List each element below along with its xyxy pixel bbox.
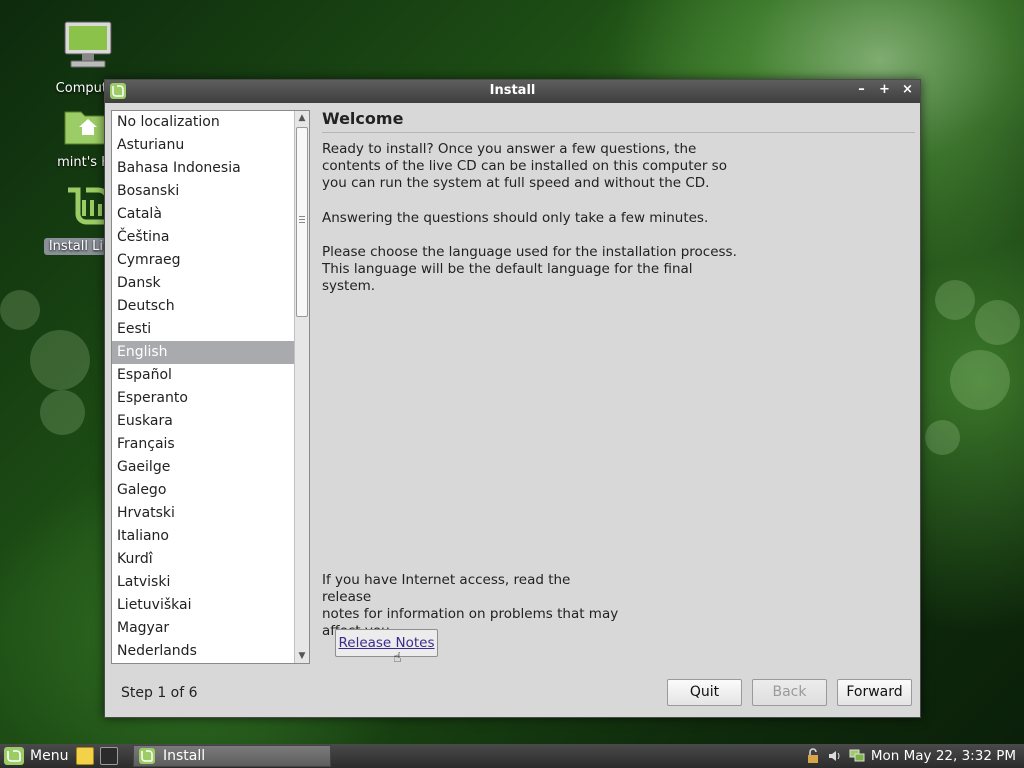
taskbar: Menu Install Mon May 22, 3:32 PM <box>0 744 1024 768</box>
wallpaper-bokeh <box>30 330 90 390</box>
back-button[interactable]: Back <box>752 679 827 706</box>
language-item[interactable]: Català <box>112 203 294 226</box>
scroll-down-arrow-icon[interactable]: ▼ <box>295 649 309 663</box>
wallpaper-bokeh <box>950 350 1010 410</box>
language-instruction-paragraph: Please choose the language used for the … <box>322 244 737 294</box>
language-item[interactable]: No localization <box>112 111 294 134</box>
maximize-button[interactable]: + <box>878 82 891 97</box>
language-item[interactable]: Nederlands <box>112 640 294 663</box>
language-item[interactable]: Dansk <box>112 272 294 295</box>
duration-paragraph: Answering the questions should only take… <box>322 210 709 226</box>
install-window: Install – + × No localization Asturianu Ba… <box>104 79 921 718</box>
wallpaper-bokeh <box>935 280 975 320</box>
language-item[interactable]: Español <box>112 364 294 387</box>
mint-logo-icon <box>139 748 155 764</box>
scroll-thumb[interactable] <box>296 127 308 317</box>
language-item[interactable]: Cymraeg <box>112 249 294 272</box>
language-item[interactable]: Galego <box>112 479 294 502</box>
menu-label: Menu <box>30 748 69 764</box>
minimize-button[interactable]: – <box>855 82 868 97</box>
terminal-launcher-icon[interactable] <box>100 747 118 765</box>
close-button[interactable]: × <box>901 82 914 97</box>
clock[interactable]: Mon May 22, 3:32 PM <box>871 748 1016 764</box>
mint-logo-icon <box>4 747 24 765</box>
language-item[interactable]: Kurdî <box>112 548 294 571</box>
lock-icon[interactable] <box>805 748 821 764</box>
wallpaper-bokeh <box>975 300 1020 345</box>
language-item[interactable]: Lietuviškai <box>112 594 294 617</box>
language-item[interactable]: Deutsch <box>112 295 294 318</box>
language-item[interactable]: Italiano <box>112 525 294 548</box>
volume-icon[interactable] <box>827 748 843 764</box>
language-item[interactable]: Latviski <box>112 571 294 594</box>
hand-cursor-icon: ☝ <box>393 650 402 666</box>
system-tray: Mon May 22, 3:32 PM <box>805 746 1016 766</box>
language-item[interactable]: Bosanski <box>112 180 294 203</box>
menu-button[interactable]: Menu <box>4 746 68 766</box>
step-indicator: Step 1 of 6 <box>121 685 198 701</box>
text-editor-launcher-icon[interactable] <box>76 747 94 765</box>
computer-icon <box>64 21 112 68</box>
scroll-up-arrow-icon[interactable]: ▲ <box>295 111 309 125</box>
language-item[interactable]: Magyar <box>112 617 294 640</box>
quit-button[interactable]: Quit <box>667 679 742 706</box>
language-item[interactable]: Euskara <box>112 410 294 433</box>
window-title: Install <box>489 83 536 98</box>
welcome-panel: Welcome Ready to install? Once you answe… <box>322 110 915 666</box>
language-item[interactable]: English <box>112 341 294 364</box>
wallpaper-bokeh <box>40 390 85 435</box>
release-notes-button[interactable]: Release Notes <box>335 629 438 657</box>
network-icon[interactable] <box>849 748 865 764</box>
language-item[interactable]: Bahasa Indonesia <box>112 157 294 180</box>
language-list-scrollbar[interactable]: ▲ ▼ <box>294 111 309 663</box>
language-list[interactable]: No localization Asturianu Bahasa Indonesia… <box>111 110 310 664</box>
language-item[interactable]: Esperanto <box>112 387 294 410</box>
taskbar-item-label: Install <box>163 748 206 764</box>
language-item[interactable]: Hrvatski <box>112 502 294 525</box>
wallpaper-bokeh <box>0 290 40 330</box>
taskbar-item-install[interactable]: Install <box>133 745 331 767</box>
language-item[interactable]: Gaeilge <box>112 456 294 479</box>
language-item[interactable]: Čeština <box>112 226 294 249</box>
window-titlebar[interactable]: Install – + × <box>105 80 920 103</box>
language-item[interactable]: Asturianu <box>112 134 294 157</box>
wallpaper-bokeh <box>925 420 960 455</box>
page-title: Welcome <box>322 110 915 133</box>
intro-paragraph: Ready to install? Once you answer a few … <box>322 141 727 191</box>
language-item[interactable]: Eesti <box>112 318 294 341</box>
forward-button[interactable]: Forward <box>837 679 912 706</box>
language-item[interactable]: Français <box>112 433 294 456</box>
